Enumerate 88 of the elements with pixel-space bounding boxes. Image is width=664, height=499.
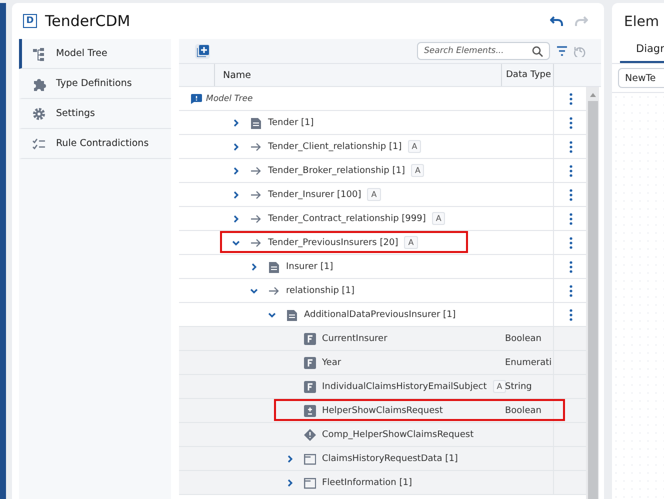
undo-icon[interactable]: [550, 15, 564, 27]
arrow-icon: [250, 188, 262, 200]
more-icon[interactable]: [568, 260, 572, 272]
puzzle-icon: [32, 76, 46, 90]
arrow-icon: [250, 164, 262, 176]
tree-item-label[interactable]: ClaimsHistoryRequestData [1]: [322, 454, 458, 464]
chevron-down-icon[interactable]: [268, 310, 276, 318]
tree-item-label[interactable]: FleetInformation [1]: [322, 478, 412, 488]
diagram-select[interactable]: NewTe: [618, 68, 664, 88]
folder-icon: [304, 452, 316, 464]
more-icon[interactable]: [568, 308, 572, 320]
chevron-down-icon[interactable]: [250, 286, 258, 294]
app-title: TenderCDM: [45, 12, 130, 30]
tree-root-label[interactable]: Model Tree: [206, 94, 253, 104]
arrow-icon: [250, 212, 262, 224]
attribute-badge: A: [367, 188, 381, 201]
field-icon: [304, 356, 316, 368]
chevron-down-icon[interactable]: [232, 238, 240, 246]
more-icon[interactable]: [568, 116, 572, 128]
tree-item-label[interactable]: relationship [1]: [286, 286, 355, 296]
add-icon: [196, 45, 208, 57]
tree-item-label[interactable]: Comp_HelperShowClaimsRequest: [322, 430, 474, 440]
attribute-badge: A: [432, 212, 446, 225]
chevron-right-icon[interactable]: [232, 142, 240, 150]
more-icon[interactable]: [568, 236, 572, 248]
chevron-right-icon[interactable]: [232, 190, 240, 198]
tree-item-label[interactable]: AdditionalDataPreviousInsurer [1]: [304, 310, 456, 320]
tree-icon: [32, 46, 46, 60]
search-icon: [532, 46, 543, 57]
panel-title: Elem: [623, 13, 660, 32]
data-type-text: String: [504, 382, 532, 392]
tab[interactable]: Diagr: [620, 39, 664, 63]
arrow-icon: [250, 140, 262, 152]
arrow-icon: [250, 236, 262, 248]
column-header[interactable]: Data Type: [501, 64, 553, 86]
logo-icon: D: [23, 14, 37, 28]
more-icon[interactable]: [568, 188, 572, 200]
sidebar-item[interactable]: Model Tree: [19, 39, 171, 69]
tree-item-label[interactable]: Tender [1]: [268, 118, 314, 128]
more-icon[interactable]: [568, 140, 572, 152]
tree-item-label[interactable]: Tender_PreviousInsurers [20]: [268, 238, 398, 248]
scrollbar[interactable]: [586, 87, 599, 499]
tree-item-label[interactable]: Tender_Broker_relationship [1]: [268, 166, 405, 176]
attribute-badge: A: [410, 164, 424, 177]
chevron-right-icon[interactable]: [286, 478, 294, 486]
chevron-right-icon[interactable]: [232, 118, 240, 126]
data-type-text: Boolean: [504, 406, 542, 416]
document-icon: [250, 116, 262, 128]
attribute-badge: A: [408, 140, 422, 153]
column-header[interactable]: Name: [214, 64, 501, 86]
field-icon: [304, 380, 316, 392]
tree-item-label[interactable]: CurrentInsurer: [322, 334, 388, 344]
tree-item-label[interactable]: Year: [322, 358, 342, 368]
tree-item-label[interactable]: Tender_Insurer [100]: [268, 190, 362, 200]
attribute-badge: A: [404, 236, 418, 249]
chevron-right-icon[interactable]: [232, 166, 240, 174]
comment-icon: [191, 94, 202, 104]
more-icon[interactable]: [568, 92, 572, 104]
field-icon: [304, 332, 316, 344]
diamond-icon: [304, 428, 316, 440]
tree-item-label[interactable]: Tender_Client_relationship [1]: [268, 142, 402, 152]
data-type-text: Enumerati: [504, 358, 552, 368]
chevron-right-icon[interactable]: [250, 262, 258, 270]
arrow-icon: [268, 284, 280, 296]
plus-minus-icon: [304, 404, 316, 416]
tree-item-label[interactable]: HelperShowClaimsRequest: [322, 406, 443, 416]
scroll-thumb[interactable]: [588, 101, 598, 499]
tree-item-label[interactable]: Insurer [1]: [286, 262, 334, 272]
data-type-text: Boolean: [504, 334, 542, 344]
chevron-right-icon[interactable]: [232, 214, 240, 222]
document-icon: [268, 260, 280, 272]
search-field[interactable]: Search Elements...: [417, 42, 550, 60]
add-button[interactable]: [195, 44, 210, 58]
document-icon: [286, 308, 298, 320]
sidebar-item[interactable]: Rule Contradictions: [19, 129, 171, 159]
folder-icon: [304, 476, 316, 488]
tree-item-label[interactable]: Tender_Contract_relationship [999]: [268, 214, 426, 224]
more-icon[interactable]: [568, 164, 572, 176]
checklist-icon: [32, 136, 46, 150]
gear-icon: [32, 106, 46, 120]
sidebar-item[interactable]: Settings: [19, 99, 171, 129]
more-icon[interactable]: [568, 284, 572, 296]
attribute-badge: A: [492, 380, 506, 393]
filter-icon[interactable]: [556, 46, 568, 56]
chevron-right-icon[interactable]: [286, 454, 294, 462]
tree-item-label[interactable]: IndividualClaimsHistoryEmailSubject: [322, 382, 487, 392]
sidebar-item[interactable]: Type Definitions: [19, 69, 171, 99]
more-icon[interactable]: [568, 212, 572, 224]
